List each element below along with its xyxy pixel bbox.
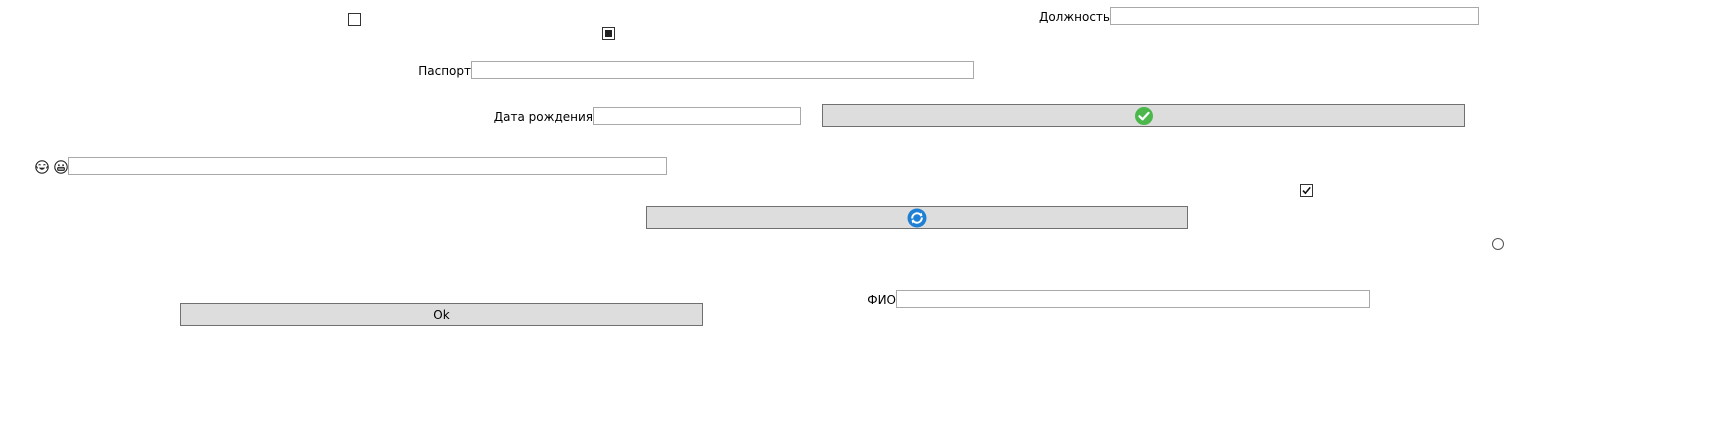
green-checkmark-icon	[1134, 106, 1153, 125]
confirm-button[interactable]	[822, 104, 1465, 127]
grinning-face-icon	[54, 160, 68, 174]
refresh-button[interactable]	[646, 206, 1188, 229]
fio-label: ФИО	[867, 293, 896, 307]
checkbox-top[interactable]	[348, 13, 361, 26]
checkbox-indeterminate[interactable]	[602, 27, 615, 40]
checkbox-indeterminate-mark	[605, 30, 612, 37]
passport-input[interactable]	[471, 61, 974, 79]
checkmark-icon	[1302, 186, 1311, 195]
ok-button[interactable]: Ok	[180, 303, 703, 326]
laughing-tears-face-icon	[35, 160, 49, 174]
position-label: Должность	[1038, 10, 1110, 24]
birthdate-input[interactable]	[593, 107, 801, 125]
blue-refresh-icon	[907, 208, 927, 228]
checkbox-checked[interactable]	[1300, 184, 1313, 197]
birthdate-label: Дата рождения	[493, 110, 593, 124]
emoji-text-input[interactable]	[68, 157, 667, 175]
fio-input[interactable]	[896, 290, 1370, 308]
position-input[interactable]	[1110, 7, 1479, 25]
radio-button[interactable]	[1492, 238, 1504, 250]
passport-label: Паспорт	[418, 64, 471, 78]
